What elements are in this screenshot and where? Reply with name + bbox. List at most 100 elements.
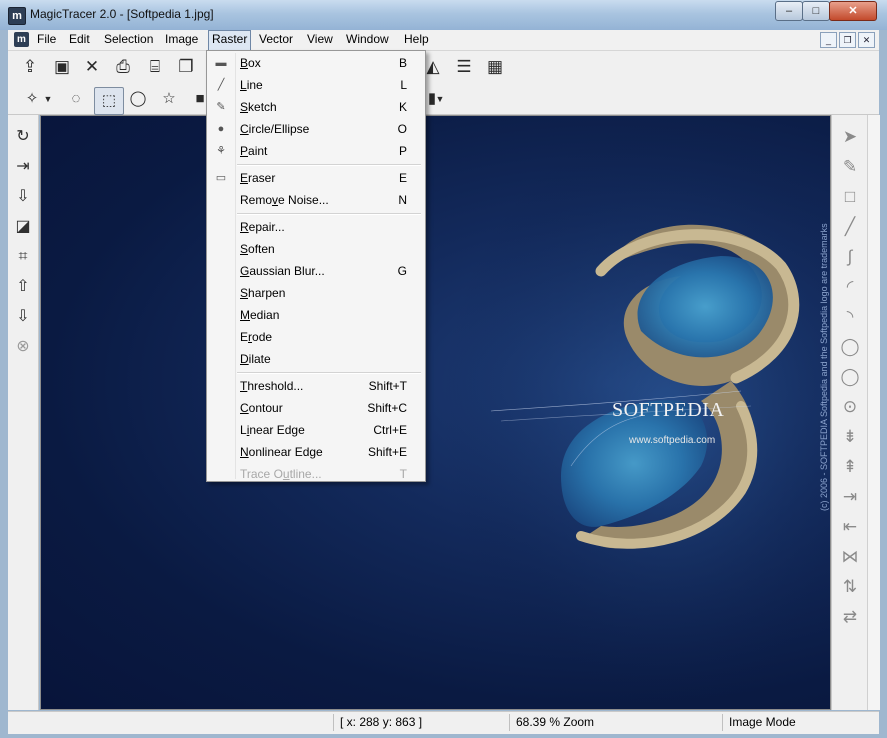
menu-item-threshold[interactable]: Threshold... Shift+T: [207, 375, 425, 397]
status-mode: Image Mode: [722, 714, 879, 731]
vertical-scrollbar[interactable]: [867, 115, 880, 710]
menu-item-shortcut: K: [398, 100, 407, 114]
magic-wand-icon[interactable]: ✧: [20, 87, 44, 111]
menu-image[interactable]: Image: [162, 30, 201, 49]
save-icon[interactable]: ▣: [50, 55, 74, 79]
circle-icon: ●: [217, 123, 225, 135]
export-icon[interactable]: ⇥: [11, 155, 35, 179]
menu-item-median[interactable]: Median: [207, 304, 425, 326]
menu-selection[interactable]: Selection: [101, 30, 156, 49]
menu-item-label: Linear Edge: [240, 423, 305, 437]
chevron-down-icon[interactable]: ▼: [434, 87, 446, 111]
curve-icon[interactable]: ∫: [838, 245, 862, 269]
menu-item-line[interactable]: ╱ Line L: [207, 74, 425, 96]
minimize-button[interactable]: –: [775, 1, 803, 21]
menu-separator: [237, 372, 421, 374]
menu-item-sketch[interactable]: ✎ Sketch K: [207, 96, 425, 118]
grid-icon[interactable]: ▦: [483, 55, 507, 79]
menu-file[interactable]: File: [34, 30, 59, 49]
close-icon[interactable]: ✕: [80, 55, 104, 79]
menu-item-paint[interactable]: ⚘ Paint P: [207, 140, 425, 162]
copy-icon[interactable]: ❐: [174, 55, 198, 79]
menu-raster[interactable]: Raster: [208, 30, 252, 51]
selection-toolbar: ✧ ▼ ◌ ⬚ ◯ ☆ ■ ▮ ▼: [8, 84, 879, 115]
circle-icon[interactable]: ◯: [838, 335, 862, 359]
chevron-down-icon[interactable]: ▼: [42, 87, 54, 111]
app-window: m MagicTracer 2.0 - [Softpedia 1.jpg] – …: [0, 0, 887, 738]
cancel-icon[interactable]: ⊗: [11, 335, 35, 359]
open-icon[interactable]: ⇪: [18, 55, 42, 79]
menu-item-soften[interactable]: Soften: [207, 238, 425, 260]
image-canvas[interactable]: SOFTPEDIA www.softpedia.com (c) 2006 - S…: [40, 115, 831, 710]
sketch-icon: ✎: [216, 101, 226, 113]
merge-icon[interactable]: ⋈: [838, 545, 862, 569]
print-icon[interactable]: ⎙: [111, 55, 135, 79]
close-button[interactable]: ✕: [829, 1, 877, 21]
align-icon[interactable]: ⇟: [838, 425, 862, 449]
circle2-icon[interactable]: ◯: [838, 365, 862, 389]
menu-item-label: Threshold...: [240, 379, 304, 393]
menu-item-box[interactable]: ▬ Box B: [207, 52, 425, 74]
menu-item-contour[interactable]: Contour Shift+C: [207, 397, 425, 419]
box-icon: ▬: [215, 57, 227, 69]
menu-item-circle-ellipse[interactable]: ● Circle/Ellipse O: [207, 118, 425, 140]
swap-horizontal-icon[interactable]: ⇄: [838, 605, 862, 629]
status-zoom: 68.39 % Zoom: [509, 714, 716, 731]
resize-icon[interactable]: ◪: [11, 215, 35, 239]
menu-bar: m File Edit Selection Image Raster Vecto…: [8, 30, 879, 51]
rotate-icon[interactable]: ↻: [11, 125, 35, 149]
menu-separator: [237, 164, 421, 166]
lines-icon[interactable]: ☰: [452, 55, 476, 79]
swap-vertical-icon[interactable]: ⇅: [838, 575, 862, 599]
menu-help[interactable]: Help: [401, 30, 432, 49]
menu-item-remove-noise[interactable]: Remove Noise... N: [207, 189, 425, 211]
ellipse-select-icon[interactable]: ◯: [126, 87, 150, 111]
menu-item-eraser[interactable]: ▭ Eraser E: [207, 167, 425, 189]
crop-icon[interactable]: ⌗: [11, 245, 35, 269]
app-icon[interactable]: m: [8, 7, 26, 25]
watermark-text: SOFTPEDIA: [612, 399, 725, 421]
menu-item-gaussian-blur[interactable]: Gaussian Blur... G: [207, 260, 425, 282]
menu-item-label: Paint: [240, 144, 268, 158]
right-tool-panel: ➤ ✎ □ ╱ ∫ ◜ ◝ ◯ ◯ ⊙ ⇟ ⇞ ⇥ ⇤ ⋈ ⇅ ⇄: [831, 115, 868, 710]
doc-minimize-button[interactable]: _: [820, 32, 837, 48]
line-icon[interactable]: ╱: [838, 215, 862, 239]
menu-item-erode[interactable]: Erode: [207, 326, 425, 348]
menu-item-linear-edge[interactable]: Linear Edge Ctrl+E: [207, 419, 425, 441]
flip-icon[interactable]: ⇥: [838, 485, 862, 509]
align2-icon[interactable]: ⇞: [838, 455, 862, 479]
menu-view[interactable]: View: [304, 30, 336, 49]
menu-edit[interactable]: Edit: [66, 30, 93, 49]
rect-select-icon[interactable]: ⬚: [94, 87, 124, 115]
menu-item-label: Eraser: [240, 171, 276, 185]
doc-restore-button[interactable]: ❐: [839, 32, 856, 48]
menu-item-label: Sketch: [240, 100, 277, 114]
star-select-icon[interactable]: ☆: [157, 87, 181, 111]
menu-item-nonlinear-edge[interactable]: Nonlinear Edge Shift+E: [207, 441, 425, 463]
pointer-icon[interactable]: ➤: [838, 125, 862, 149]
menu-item-sharpen[interactable]: Sharpen: [207, 282, 425, 304]
scan-icon[interactable]: ⌸: [143, 55, 167, 79]
menu-item-repair[interactable]: Repair...: [207, 216, 425, 238]
lasso-icon[interactable]: ◌: [64, 87, 88, 111]
status-coords: [ x: 288 y: 863 ]: [333, 714, 505, 731]
doc-close-button[interactable]: ✕: [858, 32, 875, 48]
menu-item-shortcut: Shift+T: [368, 379, 407, 393]
menu-window[interactable]: Window: [343, 30, 392, 49]
layer-down-icon[interactable]: ⇩: [11, 305, 35, 329]
menu-item-shortcut: P: [398, 144, 407, 158]
import-icon[interactable]: ⇩: [11, 185, 35, 209]
arc-icon[interactable]: ◜: [838, 275, 862, 299]
menu-vector[interactable]: Vector: [256, 30, 296, 49]
circle-center-icon[interactable]: ⊙: [838, 395, 862, 419]
flip2-icon[interactable]: ⇤: [838, 515, 862, 539]
menu-item-shortcut: B: [398, 56, 407, 70]
arc2-icon[interactable]: ◝: [838, 305, 862, 329]
pencil-icon[interactable]: ✎: [838, 155, 862, 179]
rectangle-icon[interactable]: □: [838, 185, 862, 209]
maximize-button[interactable]: □: [802, 1, 830, 21]
menu-item-shortcut: G: [397, 264, 407, 278]
layer-up-icon[interactable]: ⇧: [11, 275, 35, 299]
menu-item-dilate[interactable]: Dilate: [207, 348, 425, 370]
document-icon[interactable]: m: [14, 32, 29, 47]
